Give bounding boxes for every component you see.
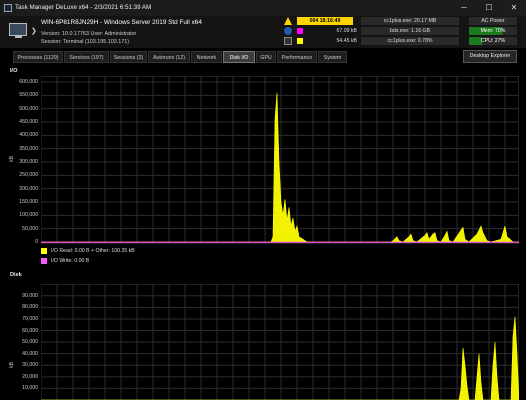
legend-read-swatch bbox=[41, 248, 47, 254]
title-bar: Task Manager DeLuxe x64 - 2/3/2021 6:51:… bbox=[0, 0, 526, 16]
y-tick-label: 0 bbox=[35, 239, 38, 245]
drive-icon bbox=[284, 37, 292, 45]
tab-disk-io[interactable]: Disk I/O bbox=[223, 51, 255, 63]
y-tick-label: 350,000 bbox=[19, 145, 38, 152]
minimize-button[interactable]: ─ bbox=[453, 1, 475, 15]
tab-services[interactable]: Services (197) bbox=[64, 51, 109, 63]
tab-network[interactable]: Network bbox=[191, 51, 222, 63]
y-tick-label: 60,000 bbox=[22, 327, 38, 334]
process-value: 54.45 kB bbox=[336, 38, 357, 44]
tab-processes[interactable]: Processes (1129) bbox=[13, 51, 63, 63]
y-tick-label: 550,000 bbox=[19, 92, 38, 99]
io-chart-title: I/O bbox=[10, 68, 18, 74]
tab-sessions[interactable]: Sessions (3) bbox=[110, 51, 147, 63]
y-tick-label: 250,000 bbox=[19, 172, 38, 179]
process-value: 67.09 kB bbox=[336, 28, 357, 34]
y-tick-label: 50,000 bbox=[22, 225, 38, 232]
uptime: 004 18:16:49 bbox=[297, 17, 353, 25]
expand-chevron-icon[interactable]: ❯ bbox=[31, 27, 37, 35]
close-button[interactable]: ✕ bbox=[503, 1, 525, 15]
y-tick-label: 20,000 bbox=[22, 373, 38, 380]
tab-performance[interactable]: Performance bbox=[277, 51, 317, 63]
y-tick-label: 30,000 bbox=[22, 362, 38, 369]
tab-gpu[interactable]: GPU bbox=[256, 51, 276, 63]
io-chart bbox=[41, 76, 519, 244]
y-tick-label: 40,000 bbox=[22, 350, 38, 357]
tab-system[interactable]: System bbox=[318, 51, 347, 63]
disk-chart-title: Disk bbox=[10, 272, 22, 278]
tab-autoruns[interactable]: Autoruns (12) bbox=[148, 51, 190, 63]
top-process: cc1plus.exe: 0.78% bbox=[361, 37, 459, 45]
window-title: Task Manager DeLuxe x64 - 2/3/2021 6:51:… bbox=[15, 4, 152, 11]
memory-meter: Mem: 70% bbox=[469, 27, 517, 35]
desktop-explorer-button[interactable]: Desktop Explorer bbox=[463, 50, 517, 63]
y-tick-label: 200,000 bbox=[19, 185, 38, 192]
app-icon bbox=[4, 4, 12, 12]
y-tick-label: 90,000 bbox=[22, 292, 38, 299]
y-tick-label: 300,000 bbox=[19, 159, 38, 165]
legend-write-label: I/O Write: 0.00 B bbox=[51, 258, 90, 264]
disk-chart bbox=[41, 284, 519, 400]
y-tick-label: 100,000 bbox=[19, 212, 38, 219]
top-process: bds.exe: 1.16 GB bbox=[361, 27, 459, 35]
y-tick-label: 500,000 bbox=[19, 105, 38, 112]
globe-icon bbox=[284, 27, 292, 35]
y-tick-label: 150,000 bbox=[19, 199, 38, 205]
y-tick-label: 70,000 bbox=[22, 315, 38, 322]
y-tick-label: 400,000 bbox=[19, 132, 38, 139]
hostname: WIN-6P81R8JN29H - Windows Server 2019 St… bbox=[41, 19, 202, 26]
top-process: cc1plus.exe: 20.17 MB bbox=[361, 17, 459, 25]
legend-read-label: I/O Read: 0.00 B + Other: 100.35 kB bbox=[51, 248, 135, 254]
maximize-button[interactable]: ☐ bbox=[478, 1, 500, 15]
power-status: AC Power bbox=[469, 17, 517, 25]
session-info: Session: Terminal (103.195.103.171) bbox=[41, 39, 130, 45]
y-tick-label: 80,000 bbox=[22, 304, 38, 311]
process-color-swatch bbox=[297, 38, 303, 44]
y-tick-label: 10,000 bbox=[22, 385, 38, 392]
y-tick-label: 450,000 bbox=[19, 119, 38, 125]
version-info: Version: 10.0.17763 User: Administrator bbox=[41, 31, 137, 37]
cpu-meter: CPU: 27% bbox=[469, 37, 517, 45]
tab-bar: Processes (1129) Services (197) Sessions… bbox=[0, 50, 526, 64]
y-tick-label: 600,000 bbox=[19, 79, 38, 85]
y-tick-label: 50,000 bbox=[22, 339, 38, 346]
process-color-swatch bbox=[297, 28, 303, 34]
legend-write-swatch bbox=[41, 258, 47, 264]
monitor-icon bbox=[9, 23, 27, 38]
